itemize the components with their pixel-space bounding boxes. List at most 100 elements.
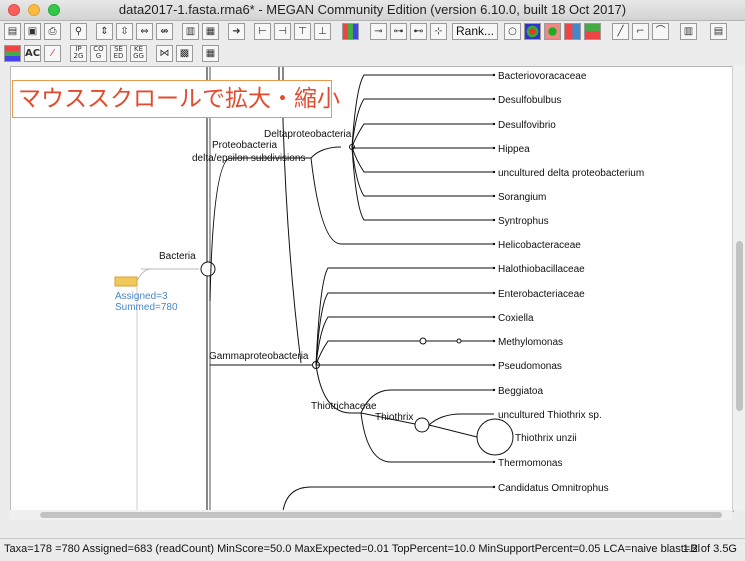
thiothrix-unzii-node (476, 418, 514, 456)
leaf-tip (492, 97, 496, 101)
tree-layout-3-icon[interactable]: ⊤ (294, 23, 311, 40)
leaf-edge (351, 123, 494, 148)
rank-button[interactable]: Rank... (452, 23, 499, 40)
kegg-icon[interactable]: KE GG (130, 45, 147, 62)
tree-layout-2-icon[interactable]: ⊣ (274, 23, 291, 40)
leaf-label: Coxiella (498, 313, 534, 324)
no-color-icon[interactable]: ⁄ (44, 45, 61, 62)
leaf-edge (282, 486, 494, 511)
collapse-node-icon[interactable]: ⊸ (370, 23, 387, 40)
ac-icon[interactable]: AC (24, 45, 41, 62)
leaf-tip (492, 315, 496, 319)
leaf-label: Methylomonas (498, 337, 563, 348)
cog-icon[interactable]: CO G (90, 45, 107, 62)
leaf-tip (492, 291, 496, 295)
deltaproteobacteria-label: Deltaproteobacteria (264, 129, 352, 140)
proteobacteria-label: Proteobacteria (212, 140, 277, 151)
leaf-tip (492, 363, 496, 367)
leaf-tip (492, 388, 496, 392)
assigned-label: Assigned=3 (115, 291, 168, 302)
selected-node-marker (114, 276, 138, 287)
leaf-edge (315, 340, 494, 366)
colors-icon[interactable] (4, 45, 21, 62)
horizontal-scroll-thumb[interactable] (40, 512, 722, 518)
open-file-icon[interactable]: ▤ (4, 23, 21, 40)
leaf-edge (351, 98, 494, 148)
leaf-edge (351, 146, 494, 173)
contract-horizontal-icon[interactable]: ⇎ (156, 23, 173, 40)
leaf-tip (492, 339, 496, 343)
vertical-scroll-thumb[interactable] (736, 241, 743, 411)
taxonomy-tree[interactable]: Bacteria Assigned=3Summed=780 Proteobacter… (11, 67, 733, 511)
leaf-tip (492, 460, 496, 464)
gammaproteobacteria-label: Gammaproteobacteria (209, 351, 309, 362)
expand-vertical-icon[interactable]: ⇕ (96, 23, 113, 40)
print-icon[interactable]: ⎙ (44, 23, 61, 40)
uncollapse-node-icon[interactable]: ⊶ (390, 23, 407, 40)
bacteria-label: Bacteria (159, 251, 196, 262)
secondary-toolbar: AC ⁄ IP 2G CO G SE ED KE GG ⋈ ▩ ▦ (0, 43, 745, 65)
window-title: data2017-1.fasta.rma6* - MEGAN Community… (118, 2, 627, 17)
sync-icon[interactable]: ⊹ (430, 23, 447, 40)
pie-chart-icon[interactable] (524, 23, 541, 40)
root-edge (136, 268, 152, 282)
leaf-tip (492, 194, 496, 198)
contract-vertical-icon[interactable]: ⇳ (116, 23, 133, 40)
bars-node-icon[interactable] (564, 23, 581, 40)
leaf-label: uncultured Thiothrix sp. (498, 410, 602, 421)
title-bar: data2017-1.fasta.rma6* - MEGAN Community… (0, 0, 745, 21)
sqrt-scale-icon[interactable]: ⌐ (632, 23, 649, 40)
ip-icon[interactable]: IP 2G (70, 45, 87, 62)
expand-horizontal-icon[interactable]: ⇔ (136, 23, 153, 40)
deltaproteo-edge (310, 146, 342, 159)
circle-node-icon[interactable]: ○ (504, 23, 521, 40)
leaf-edge (351, 146, 494, 221)
leaf-edge (351, 74, 494, 148)
color-chart-icon[interactable] (342, 23, 359, 40)
vertical-scrollbar[interactable] (732, 66, 745, 510)
chart-icon[interactable]: ▥ (680, 23, 697, 40)
tree-canvas[interactable]: Bacteria Assigned=3 Summed=780 Proteobacter… (10, 66, 734, 512)
tree-layout-4-icon[interactable]: ⊥ (314, 23, 331, 40)
subtree-icon[interactable]: ⊷ (410, 23, 427, 40)
left-gutter (0, 66, 10, 510)
scale-icon[interactable]: ⋈ (156, 45, 173, 62)
leaf-label: Bacteriovoracaceae (498, 71, 587, 82)
leaf-label: Hippea (498, 144, 530, 155)
leaf-tip (492, 73, 496, 77)
seed-icon[interactable]: SE ED (110, 45, 127, 62)
leaf-tip (492, 122, 496, 126)
leaf-edge (310, 157, 494, 245)
leaf-label: Desulfovibrio (498, 120, 556, 131)
thiothrix-node (414, 417, 430, 433)
leaf-label: Candidatus Omnitrophus (498, 483, 609, 494)
delta-epsilon-edge (209, 157, 311, 302)
comparison-icon[interactable]: ▩ (176, 45, 193, 62)
leaf-tip (492, 266, 496, 270)
leaf-label: Thermomonas (498, 458, 562, 469)
heat-circle-icon[interactable] (544, 23, 561, 40)
fit-window-icon[interactable]: ▥ (182, 23, 199, 40)
heatmap-node-icon[interactable] (584, 23, 601, 40)
leaf-label: Pseudomonas (498, 361, 562, 372)
find-icon[interactable]: ⚲ (70, 23, 87, 40)
leaf-edge (428, 424, 478, 438)
save-icon[interactable]: ▣ (24, 23, 41, 40)
table-view-icon[interactable]: ▦ (202, 45, 219, 62)
tree-layout-1-icon[interactable]: ⊢ (254, 23, 271, 40)
methylomonas-subnode (456, 338, 462, 344)
leaf-tip (492, 218, 496, 222)
memory-usage: 1.2 of 3.5G (682, 543, 737, 555)
table-icon[interactable]: ▤ (710, 23, 727, 40)
leaf-label: Syntrophus (498, 216, 549, 227)
status-bar: Taxa=178 =780 Assigned=683 (readCount) M… (0, 538, 745, 561)
export-icon[interactable]: ➜ (228, 23, 245, 40)
zoom-hint-overlay: マウススクロールで拡大・縮小 (12, 80, 340, 118)
status-summary: Taxa=178 =780 Assigned=683 (readCount) M… (4, 543, 701, 555)
leaf-label: Sorangium (498, 192, 546, 203)
horizontal-scrollbar[interactable] (10, 510, 732, 520)
log-scale-icon[interactable]: ⌒ (652, 23, 669, 40)
leaf-tip (492, 485, 496, 489)
linear-scale-icon[interactable]: ╱ (612, 23, 629, 40)
columns-icon[interactable]: ▦ (202, 23, 219, 40)
